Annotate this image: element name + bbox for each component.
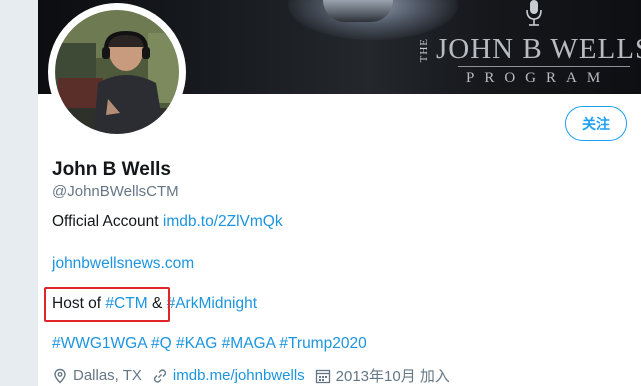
avatar[interactable] bbox=[48, 3, 186, 141]
profile-meta-row: Dallas, TX imdb.me/johnbwells 2013年10月 加… bbox=[52, 365, 450, 386]
bio-line-1: Official Account imdb.to/2ZlVmQk bbox=[52, 213, 283, 231]
banner-brand-logo: THE JOHN B WELLS PROGRAM bbox=[418, 30, 641, 90]
display-name[interactable]: John B Wells bbox=[52, 159, 171, 181]
brand-program: PROGRAM bbox=[466, 70, 611, 86]
avatar-photo bbox=[51, 6, 183, 138]
location-pin-icon bbox=[54, 368, 66, 383]
calendar-icon bbox=[315, 369, 330, 383]
link-icon bbox=[153, 368, 167, 383]
microphone-icon bbox=[526, 0, 542, 26]
follow-button[interactable]: 关注 bbox=[565, 106, 627, 141]
hashtag-arkmidnight-link[interactable]: #ArkMidnight bbox=[167, 295, 257, 312]
bio-host-prefix: Host of bbox=[52, 295, 102, 312]
profile-card: THE JOHN B WELLS PROGRAM 关注 John B Wells… bbox=[38, 0, 641, 386]
brand-name: JOHN B WELLS bbox=[436, 33, 641, 65]
bio-line-4: #WWG1WGA #Q #KAG #MAGA #Trump2020 bbox=[52, 335, 367, 353]
bio-website-link[interactable]: johnbwellsnews.com bbox=[52, 255, 194, 272]
bio-imdb-link[interactable]: imdb.to/2ZlVmQk bbox=[163, 213, 283, 230]
handle[interactable]: @JohnBWellsCTM bbox=[52, 183, 179, 200]
location-text: Dallas, TX bbox=[73, 367, 142, 384]
bio-text: Official Account bbox=[52, 213, 159, 230]
brand-divider bbox=[458, 66, 630, 67]
website-link[interactable]: imdb.me/johnbwells bbox=[173, 367, 305, 384]
bio-line-2: johnbwellsnews.com bbox=[52, 255, 194, 273]
banner-spaceship-image bbox=[323, 0, 393, 22]
joined-date: 2013年10月 加入 bbox=[335, 368, 450, 385]
brand-the: THE bbox=[418, 38, 430, 63]
page-background bbox=[0, 0, 38, 386]
hashtag-ctm-link[interactable]: #CTM bbox=[105, 295, 147, 312]
bio-ampersand: & bbox=[151, 295, 163, 312]
bio-line-3: Host of #CTM & #ArkMidnight bbox=[52, 295, 257, 313]
hashtags-link[interactable]: #WWG1WGA #Q #KAG #MAGA #Trump2020 bbox=[52, 335, 367, 352]
